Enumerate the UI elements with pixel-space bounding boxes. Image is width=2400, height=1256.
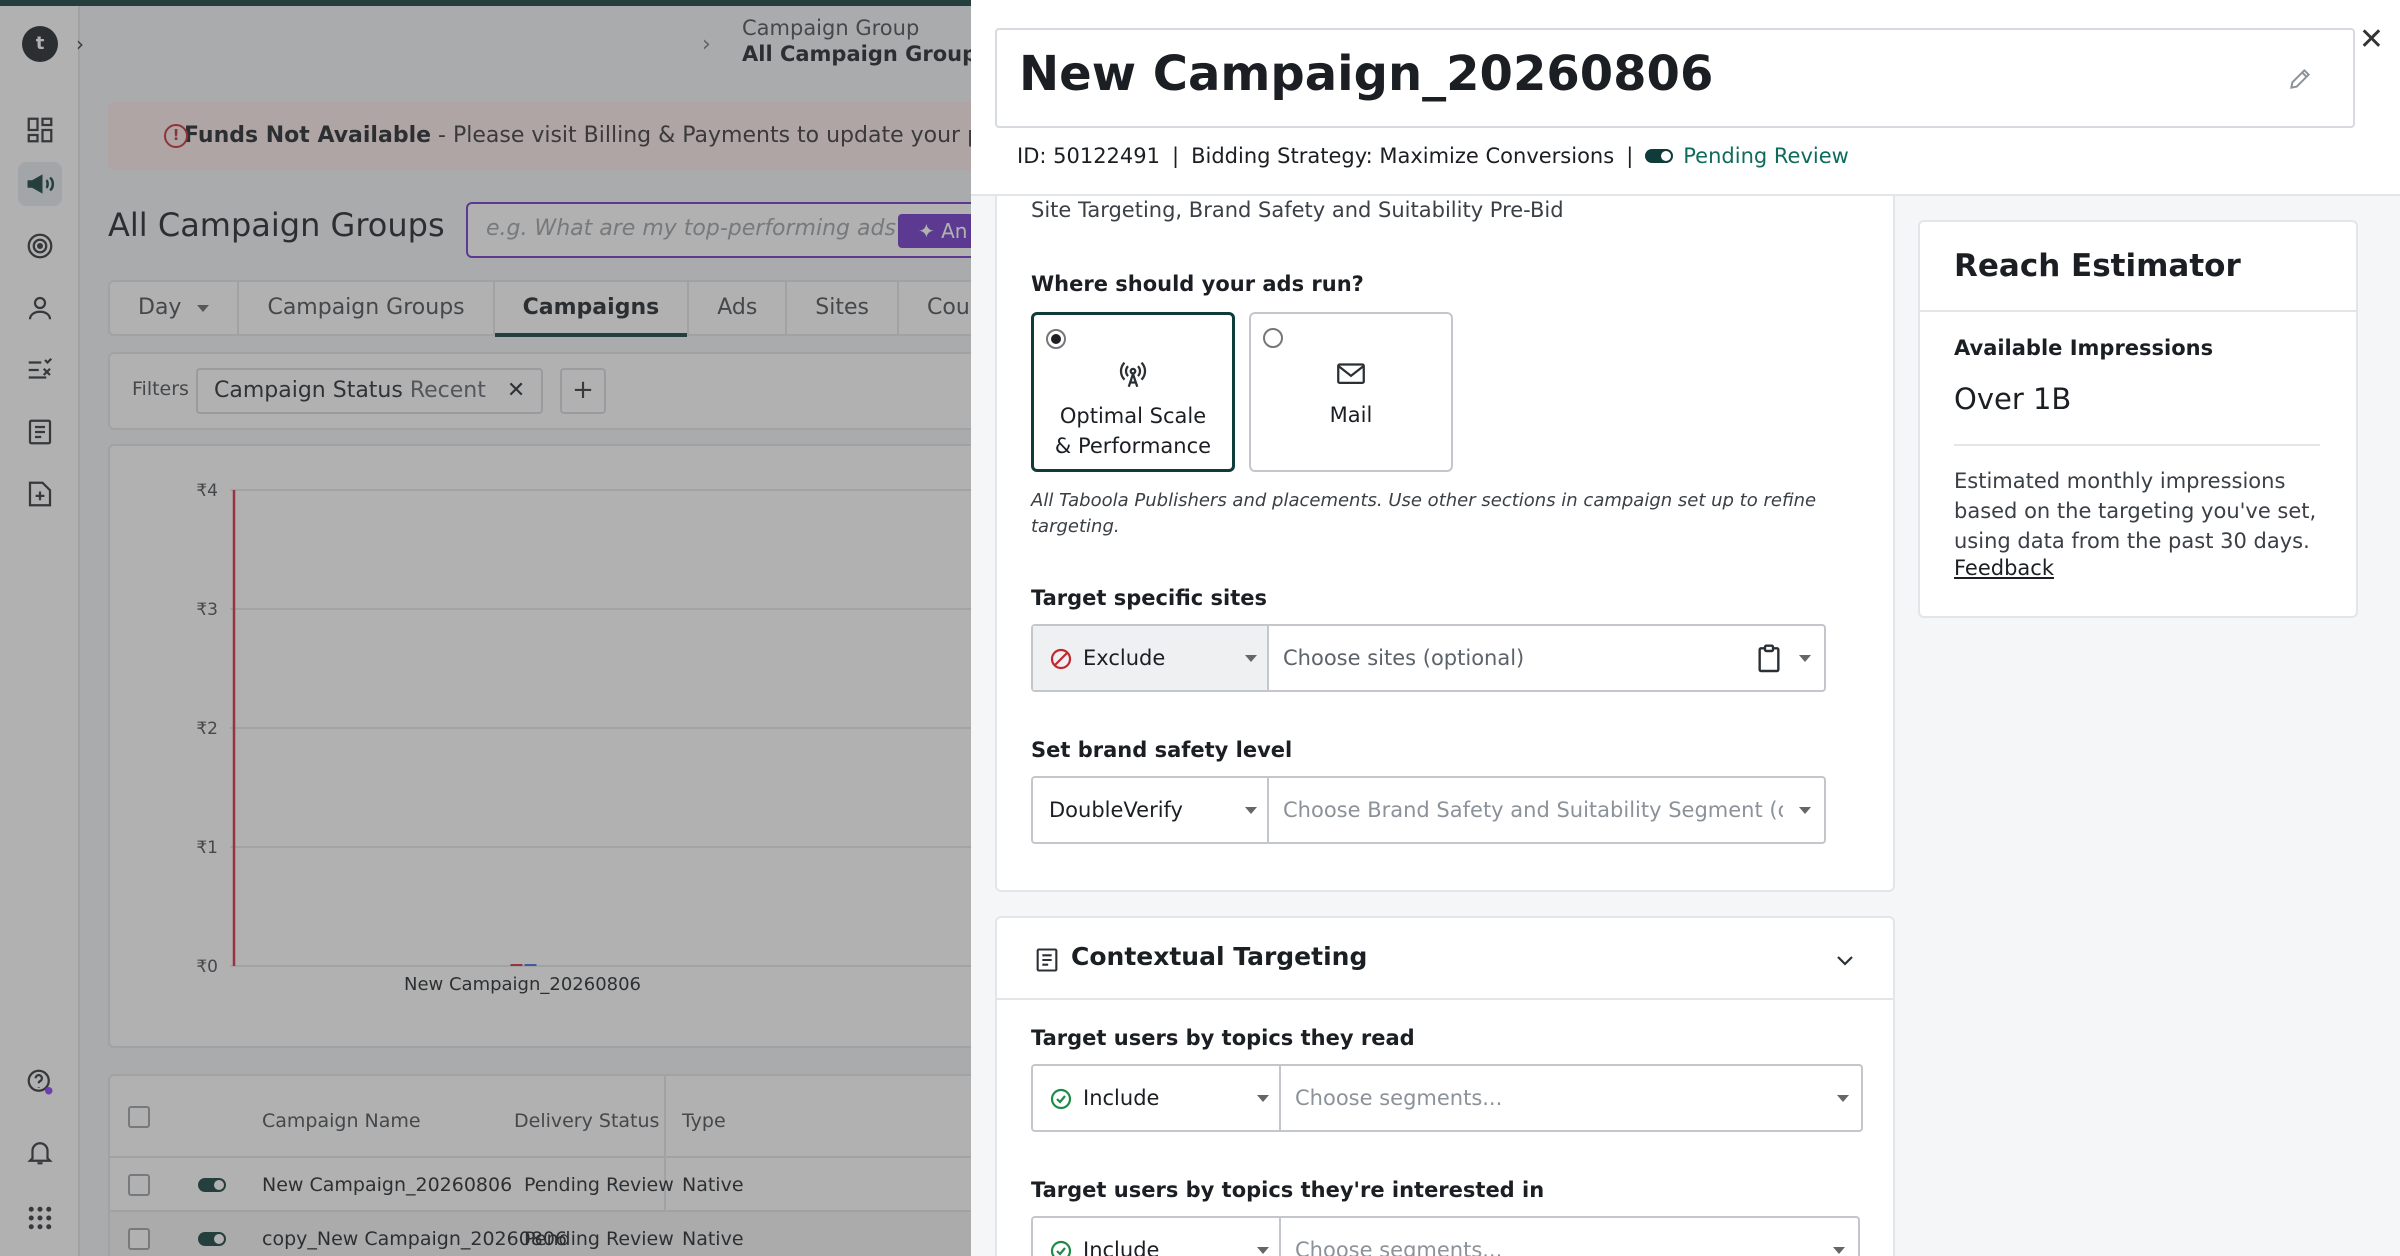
campaign-edit-panel: Site Targeting, Brand Safety and Suitabi… [971,0,2400,1256]
brand-safety-provider-select[interactable]: DoubleVerify [1033,778,1269,842]
site-targeting-section: Site Targeting, Brand Safety and Suitabi… [995,158,1895,892]
reach-estimator-title: Reach Estimator [1954,248,2241,284]
campaign-name-field[interactable]: New Campaign_20260806 [995,28,2355,128]
campaign-meta-line: ID: 50122491 | Bidding Strategy: Maximiz… [1017,144,1849,168]
reach-estimator-description: Estimated monthly impressions based on t… [1954,469,2317,553]
chevron-down-icon[interactable] [1837,1095,1849,1102]
paste-clipboard-icon[interactable] [1753,642,1785,676]
chevron-down-icon [1245,655,1257,662]
edit-pencil-icon[interactable] [2287,66,2313,92]
antenna-icon [1034,357,1232,393]
brand-safety-combobox: DoubleVerify Choose Brand Safety and Sui… [1031,776,1826,844]
contextual-targeting-section: Contextual Targeting Target users by top… [995,916,1895,1256]
topics-interested-mode-value: Include [1083,1238,1160,1256]
chevron-down-icon[interactable] [1799,807,1811,814]
block-icon [1050,648,1072,670]
contextual-targeting-header[interactable]: Contextual Targeting [997,918,1893,1000]
contextual-targeting-title: Contextual Targeting [1071,942,1368,971]
status-toggle[interactable] [1645,149,1674,163]
topics-read-mode-value: Include [1083,1086,1160,1110]
check-circle-icon [1050,1088,1072,1110]
option-mail[interactable]: Mail [1249,312,1453,472]
chevron-down-icon[interactable] [1799,655,1811,662]
bidding-strategy: Bidding Strategy: Maximize Conversions [1191,144,1615,168]
where-ads-run-label: Where should your ads run? [1031,272,1364,296]
brand-safety-segment-input[interactable]: Choose Brand Safety and Suitability Segm… [1283,778,1783,842]
chevron-down-icon [1257,1095,1269,1102]
target-sites-combobox: Exclude Choose sites (optional) [1031,624,1826,692]
chevron-down-icon [1257,1247,1269,1254]
available-impressions-value: Over 1B [1954,382,2072,416]
reach-estimator-card: Reach Estimator Available Impressions Ov… [1918,220,2358,618]
topics-read-segments-input[interactable]: Choose segments... [1295,1066,1502,1130]
campaign-id: ID: 50122491 [1017,144,1161,168]
sites-mode-value: Exclude [1083,646,1166,670]
feedback-link[interactable]: Feedback [1954,556,2054,580]
topics-read-combobox: Include Choose segments... [1031,1064,1863,1132]
panel-header: New Campaign_20260806 ✕ ID: 50122491 | B… [971,0,2400,196]
campaign-status: Pending Review [1683,144,1849,168]
brand-safety-provider-value: DoubleVerify [1049,798,1183,822]
close-panel-icon[interactable]: ✕ [2359,22,2384,57]
site-targeting-subtitle: Site Targeting, Brand Safety and Suitabi… [1031,198,1564,222]
chevron-down-icon[interactable] [1833,948,1857,972]
topics-interested-combobox: Include Choose segments... [1031,1216,1860,1256]
topics-interested-mode-select[interactable]: Include [1033,1218,1281,1256]
document-icon [1036,948,1058,972]
meta-separator: | [1626,144,1634,168]
option-optimal-scale[interactable]: Optimal Scale & Performance [1031,312,1235,472]
chevron-down-icon[interactable] [1833,1247,1845,1254]
radio-optimal-scale[interactable] [1046,329,1066,349]
mail-icon [1251,356,1451,392]
sites-input[interactable]: Choose sites (optional) [1283,626,1524,690]
sites-mode-select[interactable]: Exclude [1033,626,1269,690]
placement-note: All Taboola Publishers and placements. U… [1031,490,1817,537]
modal-backdrop[interactable] [0,0,971,1256]
available-impressions-label: Available Impressions [1954,336,2214,360]
option-mail-label: Mail [1329,403,1373,427]
target-sites-label: Target specific sites [1031,586,1267,610]
meta-separator: | [1172,144,1180,168]
option-optimal-scale-label: Optimal Scale & Performance [1054,404,1212,458]
topics-interested-label: Target users by topics they're intereste… [1031,1178,1545,1202]
topics-read-label: Target users by topics they read [1031,1026,1415,1050]
topics-read-mode-select[interactable]: Include [1033,1066,1281,1130]
check-circle-icon [1050,1240,1072,1256]
radio-mail[interactable] [1263,328,1283,348]
topics-interested-segments-input[interactable]: Choose segments... [1295,1218,1502,1256]
chevron-down-icon [1245,807,1257,814]
brand-safety-label: Set brand safety level [1031,738,1293,762]
campaign-title: New Campaign_20260806 [1019,46,1714,102]
